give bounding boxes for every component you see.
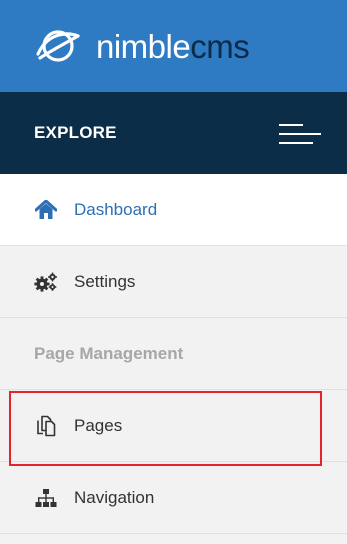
brand-name[interactable]: nimblecms — [96, 27, 250, 65]
sidebar-item-label: Pages — [74, 415, 123, 435]
section-header-page-management: Page Management — [0, 318, 347, 390]
brand-header: nimblecms — [0, 0, 347, 92]
explore-bar: EXPLORE — [0, 92, 347, 174]
sidebar-item-label: Settings — [74, 271, 136, 291]
sidebar-item-pages[interactable]: Pages — [0, 390, 347, 462]
sidebar-item-settings[interactable]: Settings — [0, 246, 347, 318]
copy-pages-icon — [34, 414, 58, 438]
sidebar-item-dashboard[interactable]: Dashboard — [0, 174, 347, 246]
sidebar-nav: Dashboard Settings Page Management Pages… — [0, 174, 347, 534]
sitemap-icon — [34, 486, 58, 510]
sidebar-item-navigation[interactable]: Navigation — [0, 462, 347, 534]
explore-label: EXPLORE — [34, 123, 117, 142]
hamburger-menu-icon[interactable] — [279, 122, 321, 146]
globe-swoosh-icon — [36, 30, 80, 62]
cogs-icon — [34, 270, 58, 294]
sidebar-item-label: Dashboard — [74, 199, 158, 219]
section-header-label: Page Management — [34, 343, 184, 363]
sidebar-item-label: Navigation — [74, 487, 155, 507]
brand-name-part2: cms — [190, 27, 250, 65]
brand-name-part1: nimble — [96, 27, 191, 65]
home-icon — [34, 198, 58, 222]
